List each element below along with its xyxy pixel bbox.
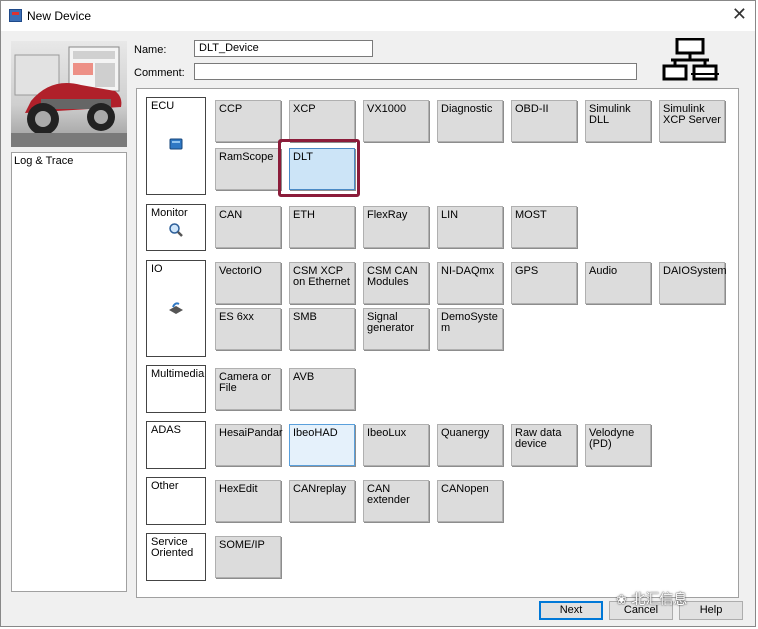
device-tile-ramscope[interactable]: RamScope: [215, 148, 281, 190]
device-group-list: Log & Trace: [11, 152, 127, 592]
device-tile-vectorio[interactable]: VectorIO: [215, 262, 281, 304]
category-io[interactable]: IO: [146, 260, 206, 357]
device-tile-simulink-dll[interactable]: Simulink DLL: [585, 100, 651, 142]
device-tile-csm-can-modules[interactable]: CSM CAN Modules: [363, 262, 429, 304]
device-tile-hexedit[interactable]: HexEdit: [215, 480, 281, 522]
device-tile-obd-ii[interactable]: OBD-II: [511, 100, 577, 142]
device-tile-daiosystem[interactable]: DAIOSystem: [659, 262, 727, 304]
device-tile-ccp[interactable]: CCP: [215, 100, 281, 142]
app-icon: [9, 9, 22, 22]
window-title: New Device: [27, 9, 92, 23]
title-bar: New Device ✕: [1, 1, 755, 31]
device-tile-simulink-xcp-server[interactable]: Simulink XCP Server: [659, 100, 725, 142]
name-label: Name:: [134, 44, 167, 56]
help-button[interactable]: Help: [679, 601, 743, 620]
device-tile-dlt[interactable]: DLT: [289, 148, 355, 190]
device-tile-flexray[interactable]: FlexRay: [363, 206, 429, 248]
category-service-oriented[interactable]: Service Oriented: [146, 533, 206, 581]
close-icon[interactable]: ✕: [732, 5, 747, 23]
list-item-log-trace[interactable]: Log & Trace: [14, 155, 73, 167]
device-tile-some-ip[interactable]: SOME/IP: [215, 536, 281, 578]
device-tile-ibeolux[interactable]: IbeoLux: [363, 424, 429, 466]
device-tile-raw-data-device[interactable]: Raw data device: [511, 424, 577, 466]
device-tile-es6xx[interactable]: ES 6xx: [215, 308, 281, 350]
device-tile-most[interactable]: MOST: [511, 206, 577, 248]
category-label: Other: [151, 480, 179, 492]
ecu-icon: [168, 136, 184, 155]
category-label: IO: [151, 263, 163, 275]
device-tile-demosystem[interactable]: DemoSystem: [437, 308, 503, 350]
device-tile-csm-xcp-ethernet[interactable]: CSM XCP on Ethernet: [289, 262, 355, 304]
comment-label: Comment:: [134, 67, 185, 79]
io-device-icon: [167, 301, 185, 318]
device-tile-avb[interactable]: AVB: [289, 368, 355, 410]
category-multimedia[interactable]: Multimedia: [146, 365, 206, 413]
next-button[interactable]: Next: [539, 601, 603, 620]
category-label: ADAS: [151, 424, 181, 436]
device-tile-ni-daqmx[interactable]: NI-DAQmx: [437, 262, 503, 304]
category-other[interactable]: Other: [146, 477, 206, 525]
magnifier-icon: [168, 222, 184, 241]
watermark: ❀ 北汇信息: [616, 589, 687, 609]
device-tile-audio[interactable]: Audio: [585, 262, 651, 304]
device-tile-camera-or-file[interactable]: Camera or File: [215, 368, 281, 410]
device-tile-quanergy[interactable]: Quanergy: [437, 424, 503, 466]
device-tile-velodyne-pd[interactable]: Velodyne (PD): [585, 424, 651, 466]
network-icon: [661, 37, 721, 82]
device-tile-hesaipandar[interactable]: HesaiPandar: [215, 424, 283, 466]
category-label: Monitor: [151, 207, 188, 219]
watermark-text: 北汇信息: [631, 592, 688, 608]
comment-input[interactable]: [194, 63, 637, 80]
category-label: Multimedia: [151, 368, 205, 380]
device-tile-eth[interactable]: ETH: [289, 206, 355, 248]
category-label: ECU: [151, 100, 175, 112]
device-tile-smb[interactable]: SMB: [289, 308, 355, 350]
device-tile-canreplay[interactable]: CANreplay: [289, 480, 355, 522]
wechat-icon: ❀: [616, 593, 627, 608]
device-category-panel: ECU Monitor IO Multimedia ADAS Other Ser…: [136, 88, 739, 598]
device-tile-gps[interactable]: GPS: [511, 262, 577, 304]
device-tile-can-extender[interactable]: CAN extender: [363, 480, 429, 522]
name-input[interactable]: DLT_Device: [194, 40, 373, 57]
category-label: Service Oriented: [151, 536, 194, 559]
device-tile-ibeohad[interactable]: IbeoHAD: [289, 424, 355, 466]
category-monitor[interactable]: Monitor: [146, 204, 206, 251]
device-picture: [11, 41, 127, 147]
device-tile-diagnostic[interactable]: Diagnostic: [437, 100, 503, 142]
device-tile-vx1000[interactable]: VX1000: [363, 100, 429, 142]
device-tile-can[interactable]: CAN: [215, 206, 281, 248]
device-tile-lin[interactable]: LIN: [437, 206, 503, 248]
new-device-dialog: New Device ✕ Log & Trace Name: DLT_Devic…: [0, 0, 756, 627]
category-adas[interactable]: ADAS: [146, 421, 206, 469]
category-ecu[interactable]: ECU: [146, 97, 206, 195]
device-tile-xcp[interactable]: XCP: [289, 100, 355, 142]
device-tile-canopen[interactable]: CANopen: [437, 480, 503, 522]
device-tile-signal-generator[interactable]: Signal generator: [363, 308, 429, 350]
